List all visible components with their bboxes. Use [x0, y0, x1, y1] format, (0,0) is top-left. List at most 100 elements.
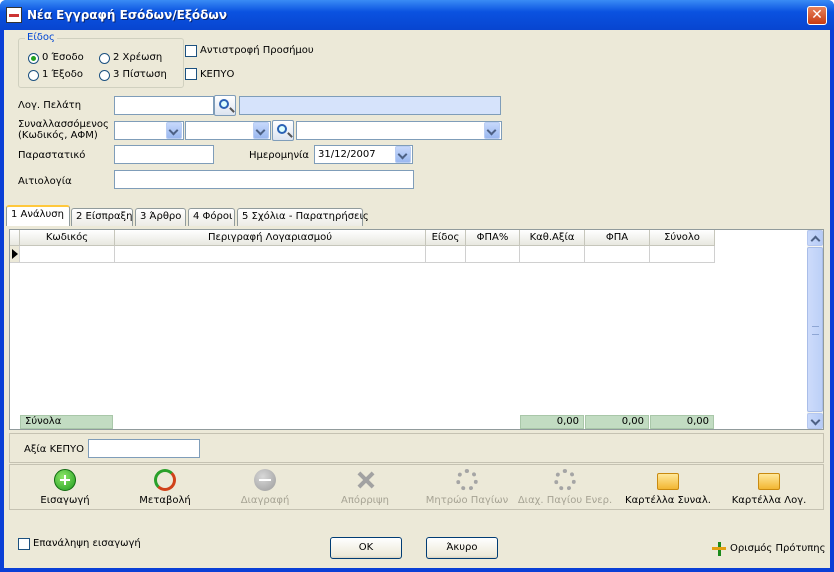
customer-name-field: [239, 96, 501, 115]
asset-registry-label: Μητρώο Παγίων: [425, 495, 509, 506]
ok-button[interactable]: OK: [330, 537, 402, 559]
total-sum: 0,00: [650, 415, 714, 429]
action-toolbar: Εισαγωγή Μεταβολή Διαγραφή Απόρριψη Μητρ…: [9, 464, 824, 510]
counterparty-label: Συναλλασσόμενος: [18, 119, 109, 130]
cell-net-value[interactable]: [520, 246, 585, 263]
col-description[interactable]: Περιγραφή Λογαριασμού: [115, 230, 426, 246]
counterparty-card-button[interactable]: Καρτέλλα Συναλ.: [613, 465, 723, 511]
customer-account-input[interactable]: [114, 96, 214, 115]
customer-search-button[interactable]: [214, 95, 236, 116]
close-button[interactable]: ✕: [807, 6, 827, 25]
kepyo-value-label: Αξία ΚΕΠΥΟ: [24, 444, 84, 455]
scroll-thumb[interactable]: [807, 247, 823, 412]
grid-scrollbar[interactable]: [807, 230, 823, 429]
delete-button[interactable]: Διαγραφή: [210, 465, 320, 511]
insert-label: Εισαγωγή: [40, 495, 90, 506]
chevron-down-icon[interactable]: [395, 146, 411, 163]
cell-code[interactable]: [20, 246, 115, 263]
chevron-down-icon[interactable]: [253, 122, 269, 139]
window: Νέα Εγγραφή Εσόδων/Εξόδων ✕ Είδος 0 Έσοδ…: [0, 0, 834, 572]
tab-taxes[interactable]: 4 Φόροι: [188, 208, 235, 226]
repeat-entry-checkbox[interactable]: [18, 538, 30, 550]
kepyo-checkbox[interactable]: [185, 68, 197, 80]
define-template-link[interactable]: Ορισμός Πρότυπης: [730, 543, 826, 554]
cell-vat[interactable]: [585, 246, 650, 263]
col-vat-percent[interactable]: ΦΠΑ%: [466, 230, 520, 246]
search-icon: [277, 124, 287, 134]
date-value: 31/12/2007: [318, 149, 376, 160]
reject-label: Απόρριψη: [341, 495, 389, 506]
cross-icon: [354, 469, 376, 491]
col-vat[interactable]: ΦΠΑ: [585, 230, 650, 246]
reject-button[interactable]: Απόρριψη: [310, 465, 420, 511]
date-label: Ημερομηνία: [249, 150, 310, 161]
folder-icon: [758, 473, 780, 490]
reason-label: Αιτιολογία: [18, 176, 72, 187]
counterparty-search-button[interactable]: [272, 120, 294, 141]
account-card-button[interactable]: Καρτέλλα Λογ.: [714, 465, 824, 511]
reverse-sign-checkbox[interactable]: [185, 45, 197, 57]
account-card-label: Καρτέλλα Λογ.: [731, 495, 807, 506]
kepyo-panel: Αξία ΚΕΠΥΟ: [9, 433, 824, 463]
search-icon: [219, 99, 229, 109]
cancel-button[interactable]: Άκυρο: [426, 537, 498, 559]
radio-debit[interactable]: [99, 53, 110, 64]
minus-icon: [254, 469, 276, 491]
radio-income-label: 0 Έσοδο: [42, 52, 84, 63]
customer-account-label: Λογ. Πελάτη: [18, 100, 82, 111]
counterparty-afm-select[interactable]: [185, 121, 271, 140]
tab-analysis[interactable]: 1 Ανάλυση: [6, 205, 70, 226]
counterparty-code-select[interactable]: [114, 121, 184, 140]
col-total[interactable]: Σύνολο: [650, 230, 715, 246]
totals-label: Σύνολα: [20, 415, 113, 429]
folder-icon: [657, 473, 679, 490]
cell-total[interactable]: [650, 246, 715, 263]
template-icon: [712, 542, 726, 556]
document-input[interactable]: [114, 145, 214, 164]
title-bar[interactable]: Νέα Εγγραφή Εσόδων/Εξόδων ✕: [0, 0, 834, 30]
type-group-legend: Είδος: [25, 32, 57, 43]
gear-icon: [456, 469, 478, 491]
tab-receipt[interactable]: 2 Είσπραξη: [71, 208, 133, 226]
asset-management-button[interactable]: Διαχ. Παγίου Ενερ.: [510, 465, 620, 511]
modify-label: Μεταβολή: [139, 495, 191, 506]
tab-article[interactable]: 3 Άρθρο: [135, 208, 186, 226]
reverse-sign-label: Αντιστροφή Προσήμου: [200, 45, 314, 56]
counterparty-card-label: Καρτέλλα Συναλ.: [625, 495, 711, 506]
counterparty-name-select[interactable]: [296, 121, 502, 140]
col-net-value[interactable]: Καθ.Αξία: [520, 230, 585, 246]
type-group: Είδος 0 Έσοδο 2 Χρέωση 1 Έξοδο 3 Πίστωση: [18, 32, 184, 88]
repeat-entry-label: Επανάληψη εισαγωγή: [33, 538, 141, 549]
current-row-icon: [12, 249, 18, 259]
radio-debit-label: 2 Χρέωση: [113, 52, 163, 63]
col-code[interactable]: Κωδικός: [20, 230, 115, 246]
change-icon: [154, 469, 176, 491]
total-vat: 0,00: [585, 415, 649, 429]
cell-vat-percent[interactable]: [466, 246, 520, 263]
scroll-up-icon[interactable]: [807, 230, 823, 246]
document-label: Παραστατικό: [18, 150, 86, 161]
tab-comments[interactable]: 5 Σχόλια - Παρατηρήσεις: [237, 208, 369, 226]
modify-button[interactable]: Μεταβολή: [110, 465, 220, 511]
radio-expense[interactable]: [28, 70, 39, 81]
date-picker[interactable]: 31/12/2007: [314, 145, 413, 164]
cell-type[interactable]: [426, 246, 466, 263]
chevron-down-icon[interactable]: [484, 122, 500, 139]
col-type[interactable]: Είδος: [426, 230, 466, 246]
cell-description[interactable]: [115, 246, 426, 263]
asset-registry-button[interactable]: Μητρώο Παγίων: [412, 465, 522, 511]
gear-icon: [554, 469, 576, 491]
radio-income[interactable]: [28, 53, 39, 64]
analysis-grid[interactable]: Κωδικός Περιγραφή Λογαριασμού Είδος ΦΠΑ%…: [9, 229, 824, 430]
radio-credit[interactable]: [99, 70, 110, 81]
reason-input[interactable]: [114, 170, 414, 189]
chevron-down-icon[interactable]: [166, 122, 182, 139]
counterparty-sublabel: (Κωδικός, ΑΦΜ): [18, 130, 98, 141]
row-indicator[interactable]: [10, 246, 20, 263]
kepyo-value-input[interactable]: [88, 439, 200, 458]
scroll-down-icon[interactable]: [807, 413, 823, 429]
asset-management-label: Διαχ. Παγίου Ενερ.: [517, 495, 613, 506]
delete-label: Διαγραφή: [240, 495, 290, 506]
insert-button[interactable]: Εισαγωγή: [10, 465, 120, 511]
app-icon: [6, 7, 22, 23]
